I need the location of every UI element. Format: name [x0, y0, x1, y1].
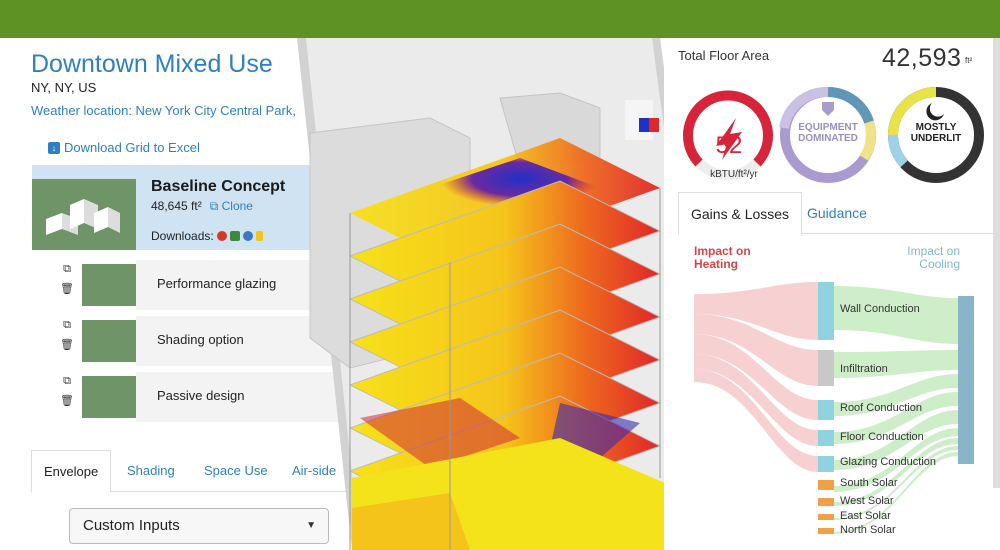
copy-icon[interactable]: ⧉	[60, 262, 74, 276]
tab-envelope[interactable]: Envelope	[31, 450, 112, 493]
weather-location-link[interactable]: Weather location: New York City Central …	[31, 103, 296, 118]
node-east-solar[interactable]	[818, 514, 834, 520]
project-title: Downtown Mixed Use	[31, 50, 273, 78]
node-south-solar[interactable]	[818, 480, 834, 490]
node-glazing-conduction[interactable]	[818, 456, 834, 472]
trash-icon[interactable]: 🗑	[60, 338, 74, 352]
sankey-label: Floor Conduction	[840, 431, 924, 443]
variant-thumbnail	[82, 264, 136, 306]
baseline-area: 48,645 ft²	[151, 199, 202, 213]
moon-icon	[926, 103, 944, 121]
energyplus-download-icon[interactable]	[216, 231, 227, 241]
variant-label: Passive design	[157, 388, 245, 403]
impact-cooling-line2: Cooling	[919, 257, 960, 271]
daylight-status: MOSTLY UNDERLIT	[894, 122, 978, 144]
sankey-label: Wall Conduction	[840, 303, 920, 315]
sankey-label: Roof Conduction	[840, 402, 922, 414]
node-west-solar[interactable]	[818, 498, 834, 506]
chevron-down-icon: ▼	[306, 520, 316, 531]
sankey-label: East Solar	[840, 510, 891, 522]
lightning-download-icon[interactable]	[255, 231, 263, 241]
sankey-label: South Solar	[840, 477, 898, 489]
node-floor-conduction[interactable]	[818, 430, 834, 446]
scrollbar[interactable]	[993, 38, 1000, 488]
clone-label: Clone	[221, 199, 253, 213]
variant-thumbnail	[82, 376, 136, 418]
sankey-label: Infiltration	[840, 363, 888, 375]
baseline-card[interactable]: Baseline Concept 48,645 ft² ⧉ Clone Down…	[32, 165, 332, 250]
clone-button[interactable]: ⧉ Clone	[210, 199, 253, 214]
tab-guidance[interactable]: Guidance	[795, 192, 879, 234]
baseline-area-row: 48,645 ft² ⧉ Clone	[151, 199, 253, 214]
total-floor-area-label: Total Floor Area	[678, 48, 770, 63]
copy-icon[interactable]: ⧉	[60, 374, 74, 388]
legend-cold-swatch	[639, 118, 649, 132]
tab-shading[interactable]: Shading	[115, 450, 187, 492]
impact-cooling-label: Impact on Cooling	[894, 245, 960, 271]
tab-gains-losses[interactable]: Gains & Losses	[678, 192, 803, 235]
node-infiltration[interactable]	[818, 350, 834, 386]
input-tabs: Envelope Shading Space Use Air-side	[31, 450, 350, 493]
node-roof-conduction[interactable]	[818, 400, 834, 420]
inputs-dropdown-value: Custom Inputs	[83, 517, 180, 534]
baseline-downloads: Downloads:	[151, 229, 263, 243]
analysis-tabs: Gains & Losses Guidance	[678, 192, 1000, 235]
eui-value: 52	[715, 132, 743, 159]
copy-icon[interactable]: ⧉	[60, 318, 74, 332]
equipment-status-line1: EQUIPMENT	[798, 122, 858, 133]
inputs-dropdown[interactable]: Custom Inputs ▼	[69, 508, 329, 544]
tab-space-use[interactable]: Space Use	[192, 450, 280, 492]
equipment-status-line2: DOMINATED	[798, 133, 858, 144]
download-icon: ↓	[48, 141, 60, 154]
sankey-diagram	[694, 282, 974, 534]
total-floor-area-value: 42,593	[882, 44, 962, 72]
node-wall-conduction[interactable]	[818, 282, 834, 340]
project-location: NY, NY, US	[31, 80, 97, 95]
download-grid-label: Download Grid to Excel	[64, 140, 200, 155]
eui-unit: kBTU/ft²/yr	[710, 169, 758, 180]
trash-icon[interactable]: 🗑	[60, 394, 74, 408]
download-grid-button[interactable]: ↓ Download Grid to Excel	[48, 140, 200, 155]
impact-heating-label: Impact on Heating	[694, 245, 751, 271]
impact-heating-line2: Heating	[694, 257, 739, 271]
gbxml-download-icon[interactable]	[242, 231, 253, 241]
sankey-label: West Solar	[840, 495, 894, 507]
variant-label: Shading option	[157, 332, 244, 347]
variant-row[interactable]: ⧉ 🗑 Passive design	[58, 372, 350, 422]
tab-air-side[interactable]: Air-side	[280, 450, 348, 492]
trash-icon[interactable]: 🗑	[60, 282, 74, 296]
plug-icon	[822, 102, 834, 116]
baseline-thumbnail	[32, 179, 136, 250]
variant-row[interactable]: ⧉ 🗑 Shading option	[58, 316, 350, 366]
equipment-status: EQUIPMENT DOMINATED	[786, 122, 870, 144]
downloads-label: Downloads:	[151, 229, 214, 243]
project-panel: Downtown Mixed Use NY, NY, US Weather lo…	[0, 38, 350, 550]
metrics-panel: Total Floor Area 42,593 ft² 52 kBTU/ft²/…	[664, 38, 1000, 550]
app-window: Downtown Mixed Use NY, NY, US Weather lo…	[0, 0, 1000, 550]
top-bar	[0, 0, 1000, 38]
legend-hot-swatch	[649, 118, 659, 132]
excel-download-icon[interactable]	[229, 231, 240, 241]
building-massing-icon	[46, 199, 120, 235]
node-cooling-total	[958, 296, 974, 464]
variant-label: Performance glazing	[157, 276, 277, 291]
variant-thumbnail	[82, 320, 136, 362]
sankey-label: Glazing Conduction	[840, 456, 937, 468]
baseline-title: Baseline Concept	[151, 178, 286, 195]
total-floor-area-unit: ft²	[965, 56, 973, 65]
sankey-label: North Solar	[840, 524, 896, 536]
variant-row[interactable]: ⧉ 🗑 Performance glazing	[58, 260, 350, 310]
daylight-status-line1: MOSTLY	[915, 122, 957, 133]
node-north-solar[interactable]	[818, 528, 834, 534]
daylight-status-line2: UNDERLIT	[910, 133, 962, 144]
